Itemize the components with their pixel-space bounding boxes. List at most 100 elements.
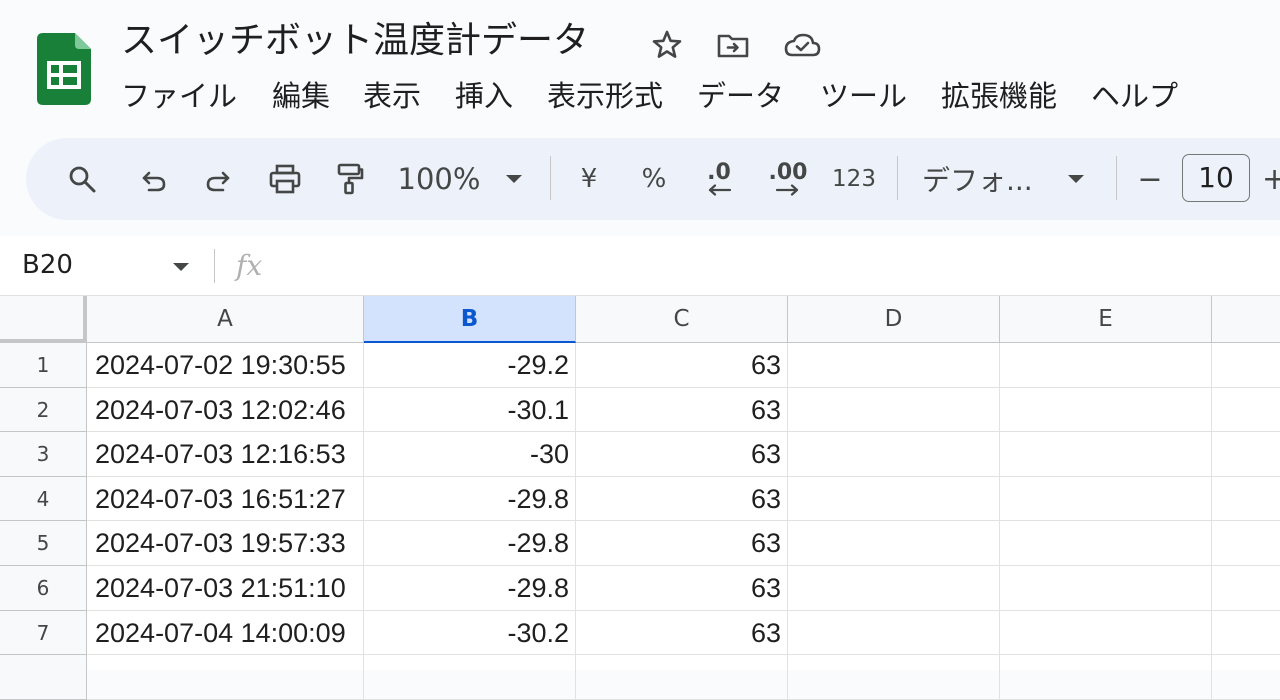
redo-button[interactable] [198, 138, 238, 220]
cell[interactable] [1212, 655, 1280, 700]
cell-e[interactable] [1000, 566, 1212, 611]
column-header-f[interactable] [1212, 296, 1280, 343]
row-header[interactable]: 6 [0, 566, 87, 611]
cell[interactable] [1212, 477, 1280, 521]
menu-help[interactable]: ヘルプ [1091, 74, 1178, 118]
menu-extensions[interactable]: 拡張機能 [941, 74, 1057, 118]
cell-d[interactable] [788, 655, 1000, 700]
search-menus-button[interactable] [62, 138, 102, 220]
menu-format[interactable]: 表示形式 [547, 74, 663, 118]
cell-c[interactable]: 63 [576, 477, 788, 521]
cell-d[interactable] [788, 343, 1000, 388]
cell-e[interactable] [1000, 521, 1212, 566]
cell-c[interactable]: 63 [576, 432, 788, 477]
zoom-select[interactable]: 100% [396, 138, 482, 220]
cell-e[interactable] [1000, 655, 1212, 700]
increase-decimal-button[interactable]: .00 [764, 138, 812, 220]
print-button[interactable] [264, 138, 306, 220]
cell-a[interactable]: 2024-07-03 12:02:46 [87, 388, 364, 432]
menu-data[interactable]: データ [697, 74, 784, 118]
cell[interactable] [1212, 611, 1280, 655]
cell-b[interactable]: -29.2 [364, 343, 576, 388]
menu-edit[interactable]: 編集 [272, 74, 330, 118]
decrease-font-size-button[interactable]: − [1132, 138, 1168, 220]
menu-file[interactable]: ファイル [121, 74, 237, 118]
cell-d[interactable] [788, 521, 1000, 566]
cell-a[interactable]: 2024-07-02 19:30:55 [87, 343, 364, 388]
row-header[interactable] [0, 655, 87, 700]
cell[interactable] [1212, 432, 1280, 477]
cell-d[interactable] [788, 477, 1000, 521]
cell-a[interactable]: 2024-07-03 12:16:53 [87, 432, 364, 477]
cell-a[interactable]: 2024-07-04 14:00:09 [87, 611, 364, 655]
cloud-saved-icon[interactable] [782, 28, 822, 62]
cell-b[interactable]: -30.1 [364, 388, 576, 432]
cell-b[interactable] [364, 655, 576, 700]
cell-a[interactable]: 2024-07-03 16:51:27 [87, 477, 364, 521]
cell[interactable] [1212, 388, 1280, 432]
currency-format-button[interactable]: ¥ [570, 138, 608, 220]
column-header-a[interactable]: A [87, 296, 364, 343]
document-title[interactable]: スイッチボット温度計データ [121, 16, 589, 66]
column-header-b[interactable]: B [364, 296, 576, 343]
formula-input[interactable] [280, 236, 1270, 295]
cell-c[interactable]: 63 [576, 521, 788, 566]
select-all-corner[interactable] [0, 296, 87, 343]
cell[interactable] [1212, 566, 1280, 611]
cell-d[interactable] [788, 432, 1000, 477]
caret-down-icon[interactable] [172, 261, 190, 273]
more-formats-label: 123 [832, 166, 876, 192]
paint-format-button[interactable] [330, 138, 370, 220]
cell-a[interactable]: 2024-07-03 19:57:33 [87, 521, 364, 566]
cell-d[interactable] [788, 388, 1000, 432]
font-size-input[interactable]: 10 [1182, 154, 1250, 202]
column-header-e[interactable]: E [1000, 296, 1212, 343]
cell-d[interactable] [788, 566, 1000, 611]
move-to-folder-icon[interactable] [716, 28, 750, 62]
cell-c[interactable]: 63 [576, 343, 788, 388]
cell-a[interactable]: 2024-07-03 21:51:10 [87, 566, 364, 611]
row-header[interactable]: 5 [0, 521, 87, 566]
name-box[interactable]: B20 [22, 236, 73, 295]
cell-d[interactable] [788, 611, 1000, 655]
menu-insert[interactable]: 挿入 [455, 74, 513, 118]
column-header-d[interactable]: D [788, 296, 1000, 343]
cell-e[interactable] [1000, 477, 1212, 521]
increase-font-size-button[interactable]: + [1262, 138, 1280, 220]
font-family-select[interactable]: デフォ... [922, 138, 1044, 220]
cell-a[interactable] [87, 655, 364, 700]
more-formats-button[interactable]: 123 [830, 138, 878, 220]
row-header[interactable]: 7 [0, 611, 87, 655]
cell-b[interactable]: -29.8 [364, 477, 576, 521]
cell-c[interactable]: 63 [576, 611, 788, 655]
star-icon[interactable] [650, 28, 684, 62]
print-icon [269, 164, 301, 194]
menu-view[interactable]: 表示 [363, 74, 421, 118]
cell-b[interactable]: -30 [364, 432, 576, 477]
spreadsheet-grid[interactable]: A B C D E 1 2024-07-02 19:30:55 -29.2 63 2 20… [0, 296, 1280, 700]
zoom-dropdown-button[interactable] [500, 138, 528, 220]
cell[interactable] [1212, 521, 1280, 566]
decrease-decimal-button[interactable]: .0 [696, 138, 742, 220]
cell-e[interactable] [1000, 432, 1212, 477]
cell-e[interactable] [1000, 343, 1212, 388]
sheets-logo-icon[interactable] [37, 33, 91, 105]
font-family-dropdown-button[interactable] [1062, 138, 1090, 220]
cell-b[interactable]: -29.8 [364, 521, 576, 566]
cell-e[interactable] [1000, 388, 1212, 432]
cell-b[interactable]: -30.2 [364, 611, 576, 655]
row-header[interactable]: 4 [0, 477, 87, 521]
menu-tools[interactable]: ツール [820, 74, 907, 118]
column-header-c[interactable]: C [576, 296, 788, 343]
cell-c[interactable]: 63 [576, 388, 788, 432]
cell-c[interactable] [576, 655, 788, 700]
cell-e[interactable] [1000, 611, 1212, 655]
cell[interactable] [1212, 343, 1280, 388]
row-header[interactable]: 1 [0, 343, 87, 388]
percent-format-button[interactable]: % [634, 138, 674, 220]
undo-button[interactable] [134, 138, 174, 220]
cell-c[interactable]: 63 [576, 566, 788, 611]
row-header[interactable]: 2 [0, 388, 87, 432]
cell-b[interactable]: -29.8 [364, 566, 576, 611]
row-header[interactable]: 3 [0, 432, 87, 477]
